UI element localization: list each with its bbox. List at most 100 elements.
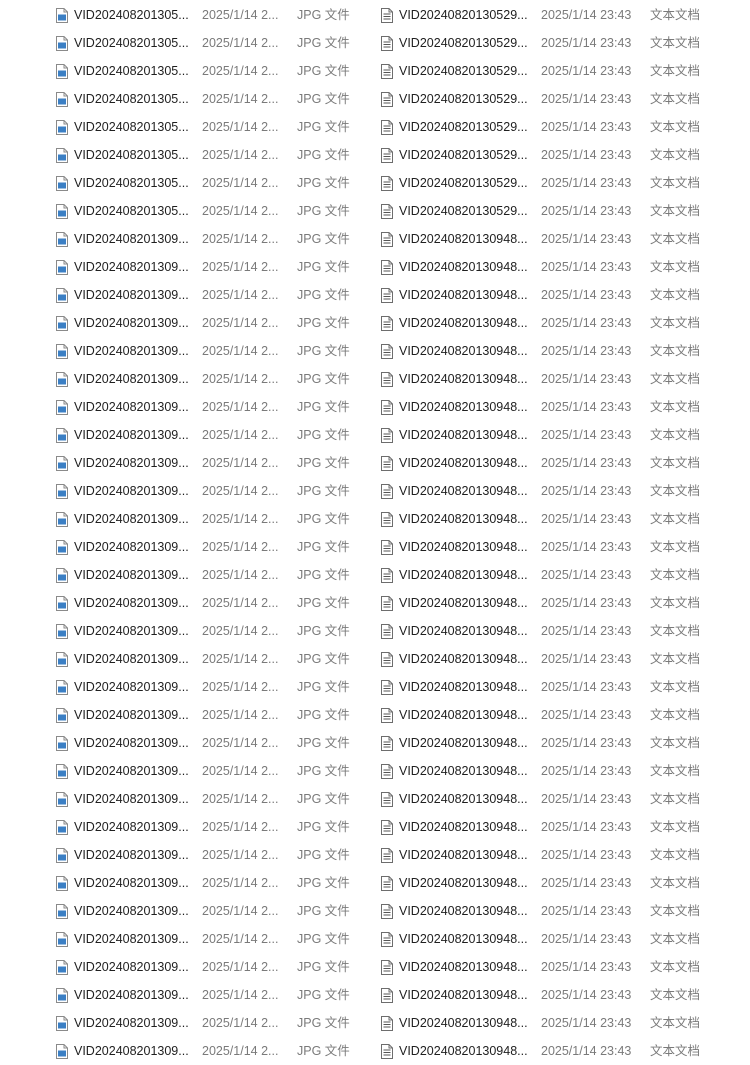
text-file-name[interactable]: VID20240820130948... [399,1009,533,1037]
text-file-name[interactable]: VID20240820130529... [399,169,533,197]
file-row[interactable]: VID202408201309... 2025/1/14 2... JPG 文件 VI… [0,309,750,337]
jpg-file-name[interactable]: VID202408201309... [74,449,194,477]
text-file-name[interactable]: VID20240820130529... [399,29,533,57]
file-row[interactable]: VID202408201305... 2025/1/14 2... JPG 文件 VI… [0,169,750,197]
text-file-name[interactable]: VID20240820130948... [399,897,533,925]
jpg-file-name[interactable]: VID202408201305... [74,197,194,225]
text-file-name[interactable]: VID20240820130529... [399,141,533,169]
jpg-file-name[interactable]: VID202408201305... [74,57,194,85]
file-row[interactable]: VID202408201305... 2025/1/14 2... JPG 文件 VI… [0,197,750,225]
text-file-name[interactable]: VID20240820130948... [399,253,533,281]
file-row[interactable]: VID202408201309... 2025/1/14 2... JPG 文件 VI… [0,225,750,253]
file-row[interactable]: VID202408201309... 2025/1/14 2... JPG 文件 VI… [0,869,750,897]
text-file-name[interactable]: VID20240820130948... [399,589,533,617]
jpg-file-name[interactable]: VID202408201309... [74,365,194,393]
jpg-file-name[interactable]: VID202408201309... [74,393,194,421]
text-file-name[interactable]: VID20240820130948... [399,505,533,533]
file-row[interactable]: VID202408201309... 2025/1/14 2... JPG 文件 VI… [0,505,750,533]
file-row[interactable]: VID202408201309... 2025/1/14 2... JPG 文件 VI… [0,953,750,981]
jpg-file-name[interactable]: VID202408201309... [74,869,194,897]
file-row[interactable]: VID202408201309... 2025/1/14 2... JPG 文件 VI… [0,393,750,421]
jpg-file-name[interactable]: VID202408201309... [74,421,194,449]
text-file-name[interactable]: VID20240820130948... [399,645,533,673]
text-file-name[interactable]: VID20240820130948... [399,953,533,981]
text-file-name[interactable]: VID20240820130948... [399,449,533,477]
jpg-file-name[interactable]: VID202408201305... [74,141,194,169]
jpg-file-name[interactable]: VID202408201305... [74,29,194,57]
text-file-name[interactable]: VID20240820130948... [399,533,533,561]
file-row[interactable]: VID202408201309... 2025/1/14 2... JPG 文件 VI… [0,925,750,953]
jpg-file-name[interactable]: VID202408201309... [74,813,194,841]
text-file-name[interactable]: VID20240820130948... [399,729,533,757]
jpg-file-name[interactable]: VID202408201309... [74,337,194,365]
text-file-name[interactable]: VID20240820130948... [399,1037,533,1065]
file-row[interactable]: VID202408201309... 2025/1/14 2... JPG 文件 VI… [0,477,750,505]
file-row[interactable]: VID202408201309... 2025/1/14 2... JPG 文件 VI… [0,589,750,617]
jpg-file-name[interactable]: VID202408201309... [74,841,194,869]
file-row[interactable]: VID202408201309... 2025/1/14 2... JPG 文件 VI… [0,645,750,673]
file-row[interactable]: VID202408201309... 2025/1/14 2... JPG 文件 VI… [0,785,750,813]
file-row[interactable]: VID202408201309... 2025/1/14 2... JPG 文件 VI… [0,533,750,561]
file-row[interactable]: VID202408201309... 2025/1/14 2... JPG 文件 VI… [0,1037,750,1065]
file-row[interactable]: VID202408201309... 2025/1/14 2... JPG 文件 VI… [0,449,750,477]
jpg-file-name[interactable]: VID202408201309... [74,925,194,953]
jpg-file-name[interactable]: VID202408201309... [74,701,194,729]
jpg-file-name[interactable]: VID202408201305... [74,85,194,113]
text-file-name[interactable]: VID20240820130948... [399,841,533,869]
text-file-name[interactable]: VID20240820130948... [399,617,533,645]
file-row[interactable]: VID202408201309... 2025/1/14 2... JPG 文件 VI… [0,337,750,365]
file-row[interactable]: VID202408201309... 2025/1/14 2... JPG 文件 VI… [0,253,750,281]
file-row[interactable]: VID202408201309... 2025/1/14 2... JPG 文件 VI… [0,701,750,729]
file-row[interactable]: VID202408201305... 2025/1/14 2... JPG 文件 VI… [0,141,750,169]
jpg-file-name[interactable]: VID202408201309... [74,645,194,673]
text-file-name[interactable]: VID20240820130948... [399,281,533,309]
text-file-name[interactable]: VID20240820130948... [399,561,533,589]
jpg-file-name[interactable]: VID202408201309... [74,953,194,981]
text-file-name[interactable]: VID20240820130948... [399,813,533,841]
file-row[interactable]: VID202408201309... 2025/1/14 2... JPG 文件 VI… [0,365,750,393]
jpg-file-name[interactable]: VID202408201309... [74,981,194,1009]
jpg-file-name[interactable]: VID202408201309... [74,1037,194,1065]
jpg-file-name[interactable]: VID202408201309... [74,225,194,253]
file-row[interactable]: VID202408201309... 2025/1/14 2... JPG 文件 VI… [0,897,750,925]
jpg-file-name[interactable]: VID202408201309... [74,757,194,785]
file-row[interactable]: VID202408201309... 2025/1/14 2... JPG 文件 VI… [0,729,750,757]
file-row[interactable]: VID202408201309... 2025/1/14 2... JPG 文件 VI… [0,1009,750,1037]
jpg-file-name[interactable]: VID202408201309... [74,729,194,757]
text-file-name[interactable]: VID20240820130948... [399,393,533,421]
jpg-file-name[interactable]: VID202408201309... [74,309,194,337]
file-row[interactable]: VID202408201305... 2025/1/14 2... JPG 文件 VI… [0,29,750,57]
file-row[interactable]: VID202408201309... 2025/1/14 2... JPG 文件 VI… [0,981,750,1009]
jpg-file-name[interactable]: VID202408201309... [74,561,194,589]
file-row[interactable]: VID202408201309... 2025/1/14 2... JPG 文件 VI… [0,617,750,645]
file-row[interactable]: VID202408201309... 2025/1/14 2... JPG 文件 VI… [0,841,750,869]
jpg-file-name[interactable]: VID202408201305... [74,113,194,141]
text-file-name[interactable]: VID20240820130948... [399,309,533,337]
file-row[interactable]: VID202408201309... 2025/1/14 2... JPG 文件 VI… [0,813,750,841]
text-file-name[interactable]: VID20240820130948... [399,981,533,1009]
text-file-name[interactable]: VID20240820130529... [399,113,533,141]
text-file-name[interactable]: VID20240820130948... [399,785,533,813]
jpg-file-name[interactable]: VID202408201309... [74,1009,194,1037]
file-row[interactable]: VID202408201309... 2025/1/14 2... JPG 文件 VI… [0,673,750,701]
jpg-file-name[interactable]: VID202408201309... [74,617,194,645]
text-file-name[interactable]: VID20240820130948... [399,757,533,785]
jpg-file-name[interactable]: VID202408201309... [74,589,194,617]
file-row[interactable]: VID202408201305... 2025/1/14 2... JPG 文件 VI… [0,1,750,29]
text-file-name[interactable]: VID20240820130948... [399,925,533,953]
file-row[interactable]: VID202408201305... 2025/1/14 2... JPG 文件 VI… [0,113,750,141]
file-row[interactable]: VID202408201305... 2025/1/14 2... JPG 文件 VI… [0,57,750,85]
file-row[interactable]: VID202408201305... 2025/1/14 2... JPG 文件 VI… [0,85,750,113]
jpg-file-name[interactable]: VID202408201309... [74,253,194,281]
text-file-name[interactable]: VID20240820130529... [399,85,533,113]
text-file-name[interactable]: VID20240820130948... [399,701,533,729]
jpg-file-name[interactable]: VID202408201305... [74,169,194,197]
text-file-name[interactable]: VID20240820130948... [399,337,533,365]
text-file-name[interactable]: VID20240820130948... [399,477,533,505]
jpg-file-name[interactable]: VID202408201309... [74,785,194,813]
text-file-name[interactable]: VID20240820130529... [399,57,533,85]
file-row[interactable]: VID202408201309... 2025/1/14 2... JPG 文件 VI… [0,757,750,785]
jpg-file-name[interactable]: VID202408201305... [74,1,194,29]
text-file-name[interactable]: VID20240820130948... [399,365,533,393]
file-row[interactable]: VID202408201309... 2025/1/14 2... JPG 文件 VI… [0,561,750,589]
